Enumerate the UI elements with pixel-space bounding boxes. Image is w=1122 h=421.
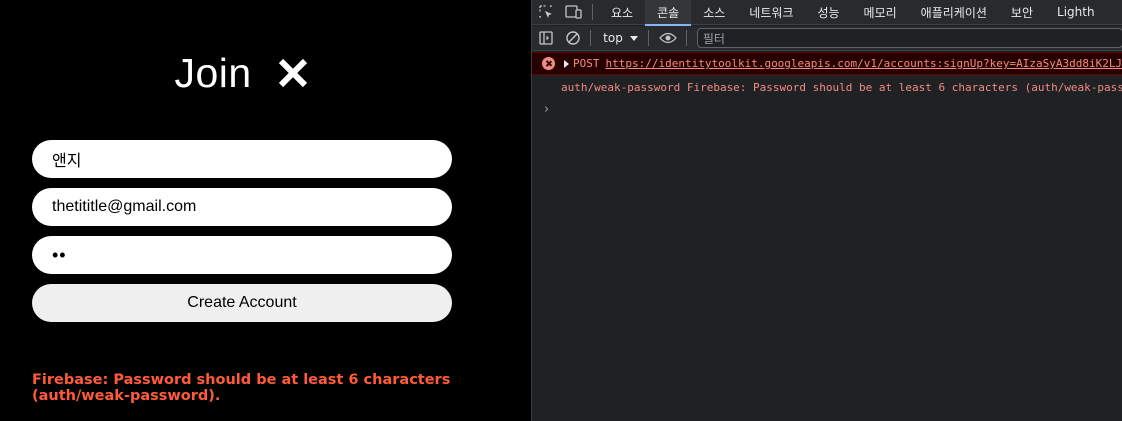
tab-performance[interactable]: 성능 (805, 0, 851, 25)
context-selector-label: top (603, 31, 623, 45)
tab-lighthouse[interactable]: Lighth (1045, 0, 1107, 25)
console-output: POST https://identitytoolkit.googleapis.… (532, 52, 1122, 119)
tab-elements[interactable]: 요소 (599, 0, 645, 25)
request-url-link[interactable]: https://identitytoolkit.googleapis.com/v… (606, 57, 1122, 70)
tab-network[interactable]: 네트워크 (737, 0, 805, 25)
sidebar-toggle-icon[interactable] (532, 26, 559, 50)
join-app: Join 앤지 thetititle@gmail.com •• Create A… (0, 0, 531, 421)
live-expression-eye-icon[interactable] (655, 26, 682, 50)
create-account-button[interactable]: Create Account (32, 284, 452, 322)
context-selector[interactable]: top (597, 28, 644, 48)
clear-console-icon[interactable] (559, 26, 586, 50)
error-icon (542, 57, 555, 70)
email-field-value: thetititle@gmail.com (52, 198, 197, 215)
console-toolbar: top 필터 (532, 26, 1122, 51)
password-field-value: •• (52, 244, 67, 265)
email-field[interactable]: thetititle@gmail.com (32, 188, 452, 226)
console-error-message: auth/weak-password Firebase: Password sh… (532, 75, 1122, 99)
filter-input[interactable]: 필터 (696, 28, 1122, 48)
tab-security[interactable]: 보안 (999, 0, 1045, 25)
prompt-chevron-icon: › (544, 101, 550, 117)
toolbar-separator-3 (685, 30, 687, 46)
console-error-row[interactable]: POST https://identitytoolkit.googleapis.… (532, 52, 1122, 75)
console-prompt[interactable]: › (532, 99, 1122, 119)
error-message: Firebase: Password should be at least 6 … (32, 372, 451, 404)
toolbar-separator-2 (647, 30, 649, 46)
tab-console[interactable]: 콘솔 (645, 0, 692, 26)
tabbar-separator (592, 4, 593, 20)
name-field[interactable]: 앤지 (32, 140, 452, 178)
inspect-element-icon[interactable] (532, 0, 560, 24)
filter-placeholder: 필터 (702, 31, 725, 46)
tab-application[interactable]: 애플리케이션 (909, 0, 999, 25)
tab-sources[interactable]: 소스 (691, 0, 737, 25)
request-method: POST (573, 57, 600, 70)
toolbar-separator (590, 30, 592, 46)
devtools-panel: 요소 콘솔 소스 네트워크 성능 메모리 애플리케이션 보안 Lighth to… (531, 0, 1122, 421)
page-title-text: Join (174, 50, 252, 96)
console-error-text: auth/weak-password Firebase: Password sh… (561, 80, 1122, 94)
name-field-value: 앤지 (52, 153, 82, 170)
page-title: Join (0, 50, 484, 97)
password-field[interactable]: •• (32, 236, 452, 274)
devtools-tabbar: 요소 콘솔 소스 네트워크 성능 메모리 애플리케이션 보안 Lighth (532, 0, 1122, 26)
tab-memory[interactable]: 메모리 (852, 0, 909, 25)
caret-down-icon (629, 35, 638, 41)
close-x-icon[interactable] (276, 56, 310, 90)
expand-triangle-icon[interactable] (564, 59, 569, 68)
device-toolbar-icon[interactable] (560, 0, 588, 24)
